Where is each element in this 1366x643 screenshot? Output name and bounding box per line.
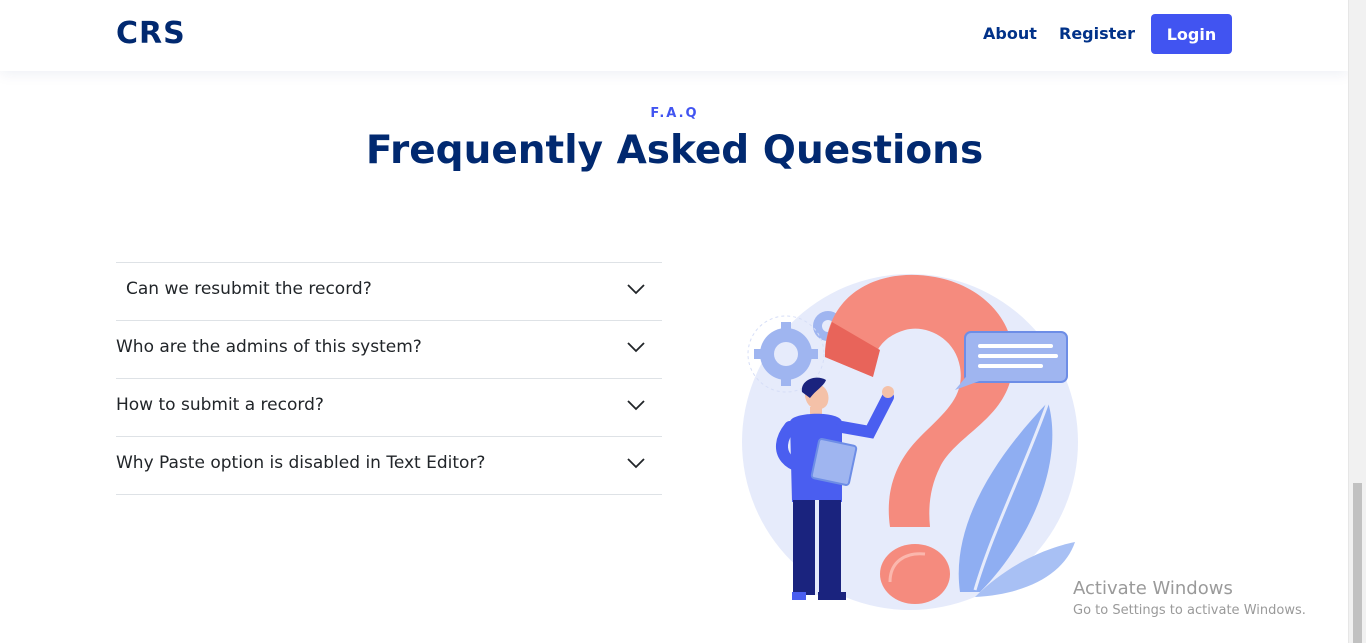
watermark-subtitle: Go to Settings to activate Windows. bbox=[1073, 603, 1306, 618]
chevron-down-icon bbox=[627, 458, 645, 469]
watermark-title: Activate Windows bbox=[1073, 578, 1233, 599]
chevron-down-icon bbox=[627, 284, 645, 295]
vertical-scrollbar[interactable] bbox=[1348, 0, 1366, 643]
chevron-down-icon bbox=[627, 400, 645, 411]
faq-illustration bbox=[742, 274, 1078, 610]
scrollbar-thumb[interactable] bbox=[1353, 483, 1362, 643]
site-header: CRS About Register Login bbox=[0, 0, 1349, 71]
login-button[interactable]: Login bbox=[1151, 14, 1232, 54]
faq-item[interactable]: Why Paste option is disabled in Text Edi… bbox=[116, 437, 662, 495]
nav-about-link[interactable]: About bbox=[983, 24, 1037, 43]
logo[interactable]: CRS bbox=[116, 16, 186, 51]
faq-item[interactable]: Can we resubmit the record? bbox=[116, 263, 662, 321]
section-title: Frequently Asked Questions bbox=[365, 128, 984, 173]
section-subtitle: F.A.Q bbox=[650, 106, 699, 121]
chat-bubble-icon bbox=[955, 331, 1068, 390]
faq-question: Can we resubmit the record? bbox=[126, 279, 372, 299]
faq-accordion: Can we resubmit the record? Who are the … bbox=[116, 262, 662, 495]
chevron-down-icon bbox=[627, 342, 645, 353]
faq-item[interactable]: How to submit a record? bbox=[116, 379, 662, 437]
windows-activation-watermark: Activate Windows Go to Settings to activ… bbox=[1073, 578, 1306, 621]
faq-question: Who are the admins of this system? bbox=[116, 337, 422, 357]
faq-item[interactable]: Who are the admins of this system? bbox=[116, 321, 662, 379]
faq-question: Why Paste option is disabled in Text Edi… bbox=[116, 453, 486, 473]
nav-register-link[interactable]: Register bbox=[1059, 24, 1135, 43]
page: CRS About Register Login F.A.Q Frequentl… bbox=[0, 0, 1366, 643]
faq-question: How to submit a record? bbox=[116, 395, 324, 415]
